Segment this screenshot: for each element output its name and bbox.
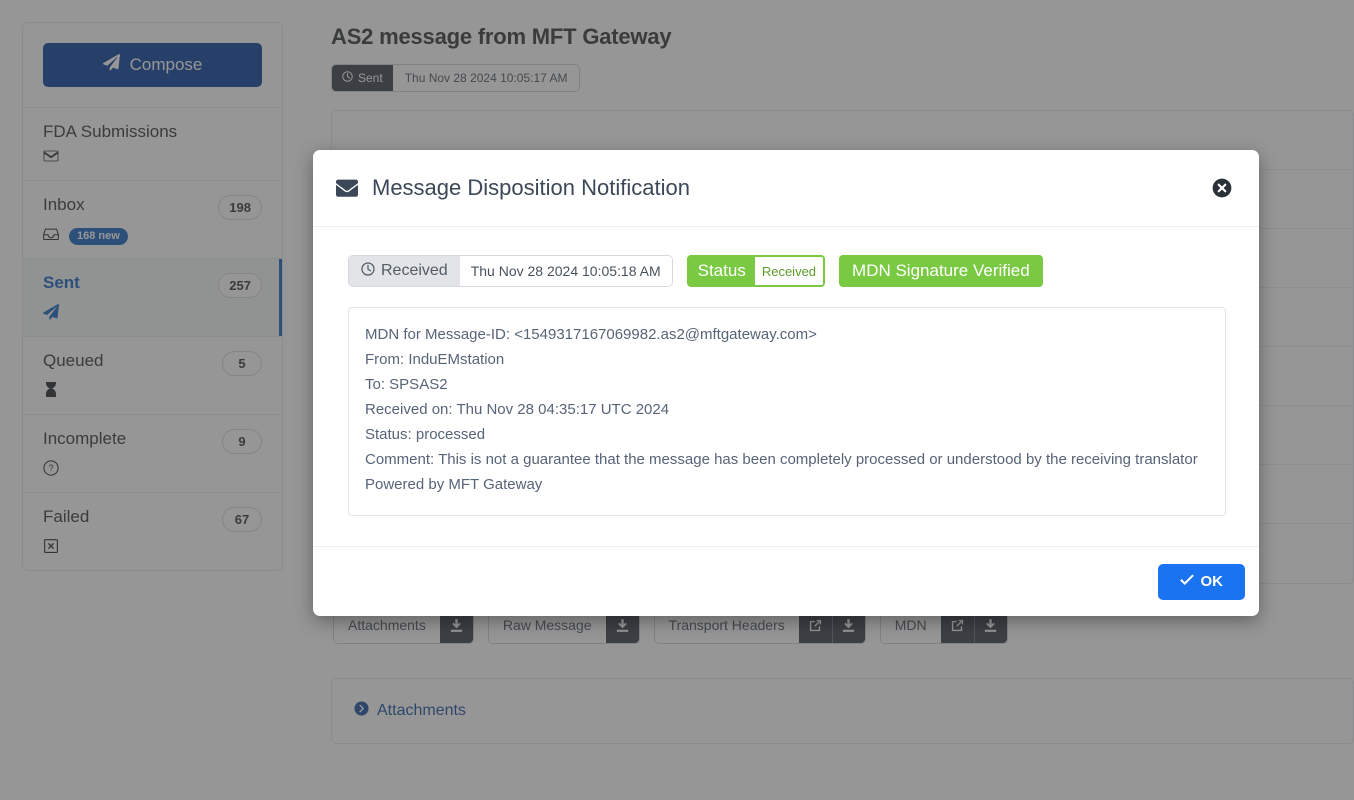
modal-footer: OK bbox=[313, 546, 1259, 616]
modal-title: Message Disposition Notification bbox=[336, 175, 690, 201]
clock-icon bbox=[361, 261, 375, 281]
mdn-content-box: MDN for Message-ID: <1549317167069982.as… bbox=[348, 307, 1226, 516]
ok-button[interactable]: OK bbox=[1157, 563, 1245, 600]
check-icon bbox=[1179, 573, 1194, 591]
close-circle-icon[interactable] bbox=[1211, 177, 1233, 199]
received-label: Received bbox=[349, 256, 460, 286]
mdn-line: MDN for Message-ID: <1549317167069982.as… bbox=[365, 326, 817, 343]
modal-title-text: Message Disposition Notification bbox=[372, 175, 690, 200]
ok-button-label: OK bbox=[1200, 573, 1224, 590]
mdn-line: Comment: This is not a guarantee that th… bbox=[365, 451, 1198, 468]
mdn-line: Status: processed bbox=[365, 426, 486, 443]
mdn-line: Received on: Thu Nov 28 04:35:17 UTC 202… bbox=[365, 401, 670, 418]
mdn-line: From: InduEMstation bbox=[365, 351, 505, 368]
envelope-icon bbox=[336, 177, 359, 199]
modal-body: Received Thu Nov 28 2024 10:05:18 AM Sta… bbox=[313, 227, 1259, 546]
mdn-line: Powered by MFT Gateway bbox=[365, 476, 543, 493]
modal-header: Message Disposition Notification bbox=[313, 150, 1259, 227]
status-badge-key: Status bbox=[688, 257, 755, 285]
received-timestamp-value: Thu Nov 28 2024 10:05:18 AM bbox=[459, 256, 672, 286]
mdn-line: To: SPSAS2 bbox=[365, 376, 448, 393]
status-badge-value: Received bbox=[754, 257, 824, 285]
received-timestamp-group: Received Thu Nov 28 2024 10:05:18 AM bbox=[348, 255, 673, 287]
status-badge-row: Received Thu Nov 28 2024 10:05:18 AM Sta… bbox=[348, 255, 1226, 287]
mdn-modal: Message Disposition Notification Receive… bbox=[313, 150, 1259, 616]
status-badge: Status Received bbox=[686, 255, 826, 287]
mdn-signature-badge: MDN Signature Verified bbox=[839, 255, 1043, 287]
received-label-text: Received bbox=[381, 262, 448, 279]
